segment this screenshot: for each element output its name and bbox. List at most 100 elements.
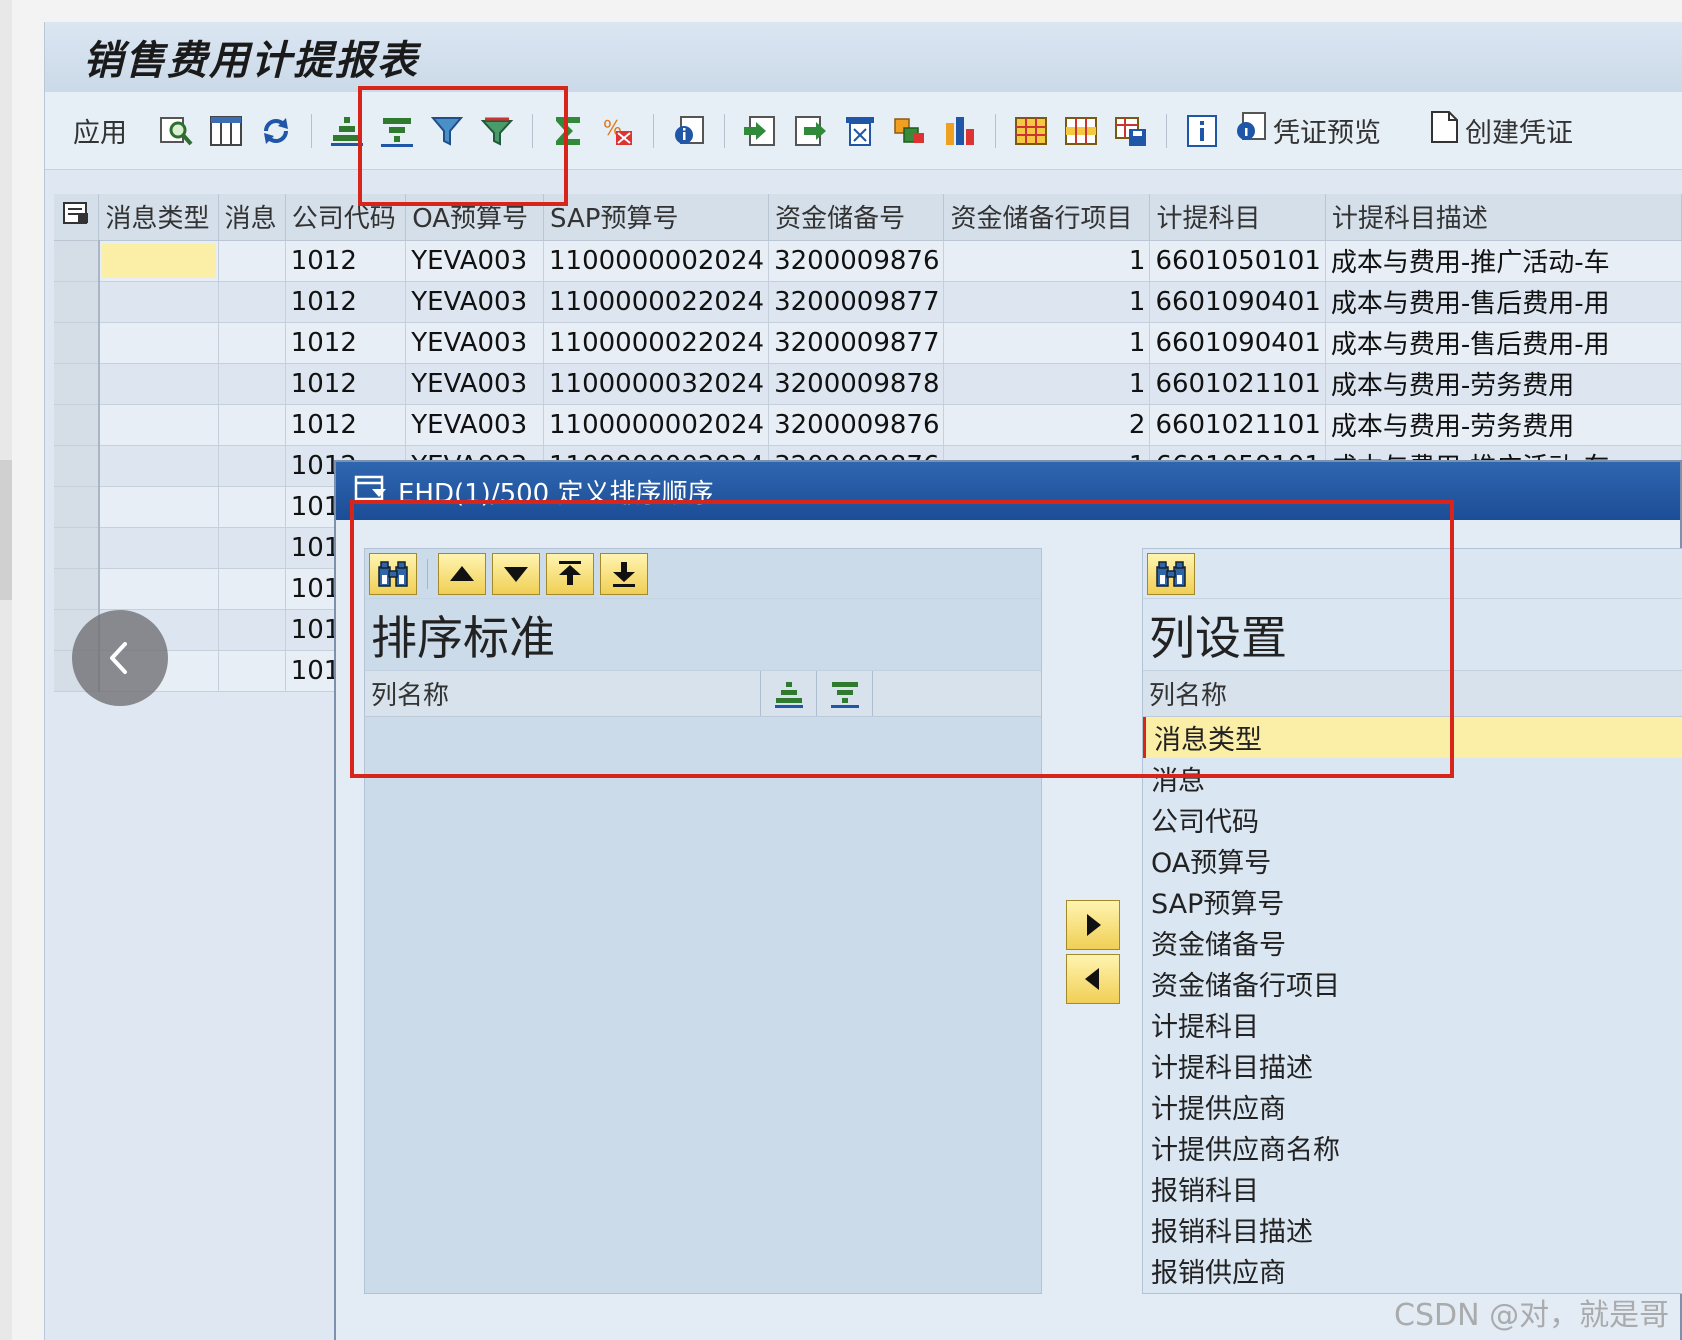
message-cell[interactable] xyxy=(218,650,286,692)
column-header[interactable]: SAP预算号 xyxy=(543,194,770,241)
message-type-cell[interactable] xyxy=(98,445,219,487)
fund-reserve-cell[interactable]: 3200009876 xyxy=(768,404,945,446)
oa-budget-cell[interactable]: YEVA003 xyxy=(405,281,545,323)
row-selector[interactable] xyxy=(54,527,100,569)
column-list-item[interactable]: 计提供应商名称 xyxy=(1143,1127,1682,1168)
sort-descending-icon[interactable] xyxy=(378,112,416,150)
import-icon[interactable] xyxy=(791,112,829,150)
fund-reserve-cell[interactable]: 3200009877 xyxy=(768,322,945,364)
row-selector[interactable] xyxy=(54,363,100,405)
filter-delete-icon[interactable] xyxy=(478,112,516,150)
accrual-account-desc-cell[interactable]: 成本与费用-售后费用-用 xyxy=(1325,281,1682,323)
message-type-cell[interactable] xyxy=(98,281,219,323)
message-cell[interactable] xyxy=(218,404,286,446)
layout-icon[interactable] xyxy=(1012,112,1050,150)
row-selector[interactable] xyxy=(54,568,100,610)
print-icon[interactable] xyxy=(841,112,879,150)
fund-reserve-item-cell[interactable]: 2 xyxy=(943,404,1151,446)
column-list-item[interactable]: 计提科目 xyxy=(1143,1004,1682,1045)
fund-reserve-item-cell[interactable]: 1 xyxy=(943,322,1151,364)
column-icon[interactable] xyxy=(207,112,245,150)
column-list-item[interactable]: 报销供应商 xyxy=(1143,1250,1682,1291)
column-list-item[interactable]: 资金储备行项目 xyxy=(1143,963,1682,1004)
table-row[interactable]: 1012 YEVA003 1100000022024 3200009877 1 66010… xyxy=(54,322,1682,364)
oa-budget-cell[interactable]: YEVA003 xyxy=(405,363,545,405)
column-header[interactable]: 资金储备行项目 xyxy=(943,194,1151,241)
add-to-sort-button[interactable] xyxy=(1066,900,1120,950)
column-header[interactable]: 消息类型 xyxy=(98,194,219,241)
layout-settings-icon[interactable] xyxy=(54,194,100,241)
accrual-account-cell[interactable]: 6601090401 xyxy=(1149,322,1326,364)
back-button[interactable] xyxy=(72,610,168,706)
sap-budget-cell[interactable]: 1100000022024 xyxy=(543,322,770,364)
sort-descending-icon[interactable] xyxy=(817,671,873,716)
accrual-account-cell[interactable]: 6601021101 xyxy=(1149,363,1326,405)
remove-from-sort-button[interactable] xyxy=(1066,954,1120,1004)
sum-icon[interactable] xyxy=(549,112,587,150)
oa-budget-cell[interactable]: YEVA003 xyxy=(405,240,545,282)
company-code-cell[interactable]: 1012 xyxy=(285,322,407,364)
column-list-item[interactable]: 报销科目 xyxy=(1143,1168,1682,1209)
accrual-account-cell[interactable]: 6601050101 xyxy=(1149,240,1326,282)
table-row[interactable]: 1012 YEVA003 1100000032024 3200009878 1 66010… xyxy=(54,363,1682,405)
message-cell[interactable] xyxy=(218,609,286,651)
column-header[interactable]: 资金储备号 xyxy=(768,194,945,241)
column-list-item[interactable]: SAP预算号 xyxy=(1143,881,1682,922)
save-layout-icon[interactable] xyxy=(1112,112,1150,150)
accrual-account-desc-cell[interactable]: 成本与费用-推广活动-车 xyxy=(1325,240,1682,282)
voucher-preview-button[interactable]: 凭证预览 xyxy=(1233,109,1381,152)
subtotal-icon[interactable]: % xyxy=(599,112,637,150)
row-selector[interactable] xyxy=(54,445,100,487)
column-list-item[interactable]: 报销科目描述 xyxy=(1143,1209,1682,1250)
column-header[interactable]: 计提科目描述 xyxy=(1325,194,1682,241)
column-list-item[interactable]: 计提供应商 xyxy=(1143,1086,1682,1127)
accrual-account-cell[interactable]: 6601090401 xyxy=(1149,281,1326,323)
refresh-icon[interactable] xyxy=(257,112,295,150)
move-up-button[interactable] xyxy=(438,552,486,595)
active-cell[interactable] xyxy=(101,243,216,278)
column-list-item[interactable]: 计提科目描述 xyxy=(1143,1045,1682,1086)
company-code-cell[interactable]: 1012 xyxy=(285,240,407,282)
message-cell[interactable] xyxy=(218,240,286,282)
accrual-account-desc-cell[interactable]: 成本与费用-劳务费用 xyxy=(1325,363,1682,405)
move-bottom-button[interactable] xyxy=(600,552,648,595)
export-icon[interactable] xyxy=(741,112,779,150)
message-cell[interactable] xyxy=(218,445,286,487)
company-code-cell[interactable]: 1012 xyxy=(285,281,407,323)
sap-budget-cell[interactable]: 1100000032024 xyxy=(543,363,770,405)
find-button[interactable] xyxy=(369,552,417,595)
sap-budget-cell[interactable]: 1100000002024 xyxy=(543,240,770,282)
message-cell[interactable] xyxy=(218,322,286,364)
info-icon[interactable] xyxy=(1183,112,1221,150)
message-type-cell[interactable] xyxy=(98,322,219,364)
chart-icon[interactable] xyxy=(941,112,979,150)
company-code-cell[interactable]: 1012 xyxy=(285,363,407,405)
column-header[interactable]: 公司代码 xyxy=(285,194,407,241)
row-selector[interactable] xyxy=(54,404,100,446)
fund-reserve-cell[interactable]: 3200009878 xyxy=(768,363,945,405)
row-selector[interactable] xyxy=(54,240,100,282)
column-list-item[interactable]: 消息 xyxy=(1143,758,1682,799)
column-header[interactable]: 消息 xyxy=(218,194,286,241)
graphic-icon[interactable] xyxy=(891,112,929,150)
select-layout-icon[interactable] xyxy=(1062,112,1100,150)
sap-budget-cell[interactable]: 1100000022024 xyxy=(543,281,770,323)
message-cell[interactable] xyxy=(218,568,286,610)
apply-button[interactable]: 应用 xyxy=(73,111,127,150)
sort-ascending-icon[interactable] xyxy=(328,112,366,150)
accrual-account-desc-cell[interactable]: 成本与费用-售后费用-用 xyxy=(1325,322,1682,364)
column-list-item[interactable]: 消息类型 xyxy=(1143,717,1682,758)
message-type-cell[interactable] xyxy=(98,527,219,569)
row-selector[interactable] xyxy=(54,281,100,323)
detail-icon[interactable] xyxy=(670,112,708,150)
table-row[interactable]: 1012 YEVA003 1100000002024 3200009876 2 66010… xyxy=(54,404,1682,446)
find-button[interactable] xyxy=(1147,552,1195,595)
sort-ascending-icon[interactable] xyxy=(761,671,817,716)
message-type-cell[interactable] xyxy=(98,568,219,610)
accrual-account-cell[interactable]: 6601021101 xyxy=(1149,404,1326,446)
column-list-item[interactable]: OA预算号 xyxy=(1143,840,1682,881)
column-list-item[interactable]: 资金储备号 xyxy=(1143,922,1682,963)
message-cell[interactable] xyxy=(218,281,286,323)
sort-criteria-list[interactable] xyxy=(365,717,1041,1277)
message-type-cell[interactable] xyxy=(98,404,219,446)
